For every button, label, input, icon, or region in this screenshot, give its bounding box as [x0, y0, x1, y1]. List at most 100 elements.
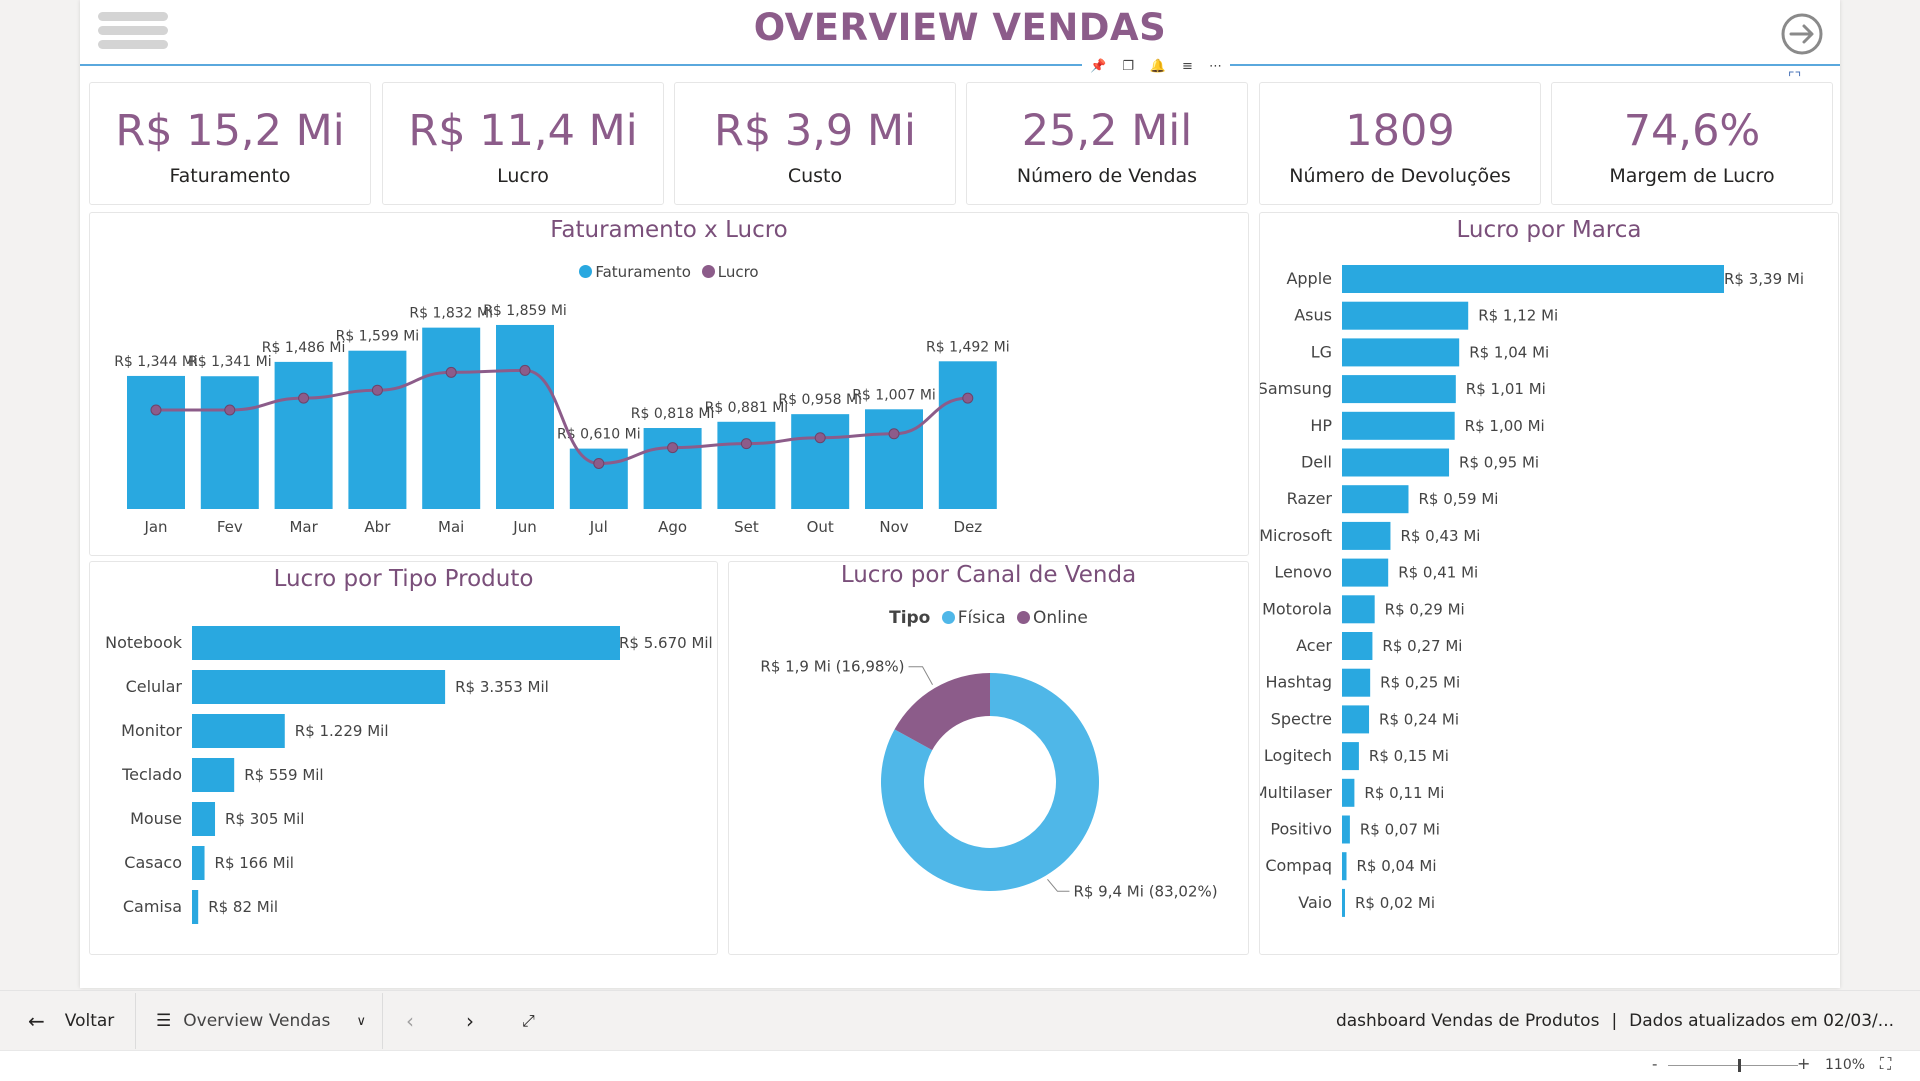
- bar-lenovo: [1342, 558, 1389, 587]
- more-options-icon[interactable]: ⋯: [1209, 59, 1222, 74]
- filter-icon[interactable]: ≡: [1182, 59, 1193, 74]
- data-label: R$ 1,344 Mi: [114, 354, 198, 370]
- zoom-bar: - + 110% ⛶: [0, 1050, 1920, 1081]
- bar-notebook: [192, 626, 620, 660]
- bar-microsoft: [1342, 521, 1391, 550]
- lucro-tipo-produto-card: Lucro por Tipo Produto Notebook R$ 5.670 …: [89, 561, 718, 955]
- bar-motorola: [1342, 595, 1375, 624]
- data-label: R$ 0,11 Mi: [1364, 784, 1444, 802]
- zoom-in-button[interactable]: +: [1797, 1054, 1810, 1073]
- bell-icon[interactable]: 🔔: [1150, 59, 1166, 74]
- data-label: R$ 5.670 Mil: [619, 634, 713, 652]
- x-tick-label: Mar: [289, 518, 318, 536]
- data-label: R$ 1,486 Mi: [262, 340, 346, 356]
- bar-faturamento-jun: [496, 324, 554, 509]
- data-label: R$ 0,02 Mi: [1355, 894, 1435, 912]
- bar-celular: [192, 670, 446, 704]
- x-tick-label: Jul: [589, 518, 608, 536]
- arrow-right-circle-icon[interactable]: [1780, 12, 1824, 56]
- bar-faturamento-fev: [200, 376, 259, 509]
- kpi-label: Número de Vendas: [1016, 165, 1198, 187]
- zoom-slider[interactable]: [1668, 1059, 1798, 1072]
- kpi-label: Margem de Lucro: [1609, 165, 1775, 187]
- bar-razer: [1342, 485, 1409, 514]
- bar-apple: [1342, 265, 1724, 293]
- bar-faturamento-nov: [865, 409, 923, 509]
- data-label: R$ 1,832 Mi: [409, 306, 493, 322]
- lucro-tipo-produto-chart: Notebook R$ 5.670 Mil Celular R$ 3.353 Mil M…: [105, 626, 713, 924]
- bar-positivo: [1342, 815, 1350, 844]
- x-tick-label: Nov: [879, 518, 908, 536]
- category-label: Spectre: [1271, 709, 1332, 728]
- lucro-marca-chart: Apple R$ 3,39 Mi Asus R$ 1,12 Mi LG R$ 1,04 M…: [1260, 265, 1804, 917]
- page-selector-dropdown[interactable]: ☰ Overview Vendas ∨: [156, 991, 366, 1051]
- fit-page-button[interactable]: ⤢: [522, 991, 535, 1051]
- bar-hp: [1342, 411, 1455, 440]
- data-label: R$ 0,24 Mi: [1379, 710, 1459, 728]
- bar-faturamento-set: [717, 421, 776, 509]
- zoom-level: 110%: [1825, 1057, 1866, 1073]
- bar-monitor: [192, 714, 285, 748]
- category-label: Microsoft: [1260, 526, 1332, 545]
- data-updated-text: Dados atualizados em 02/03/...: [1629, 1011, 1894, 1031]
- back-button[interactable]: ← Voltar: [28, 991, 114, 1051]
- kpi-card-faturamento: R$ 15,2 Mi Faturamento: [89, 82, 371, 205]
- previous-page-button[interactable]: ‹: [406, 991, 414, 1051]
- point-lucro-jul: [593, 457, 605, 469]
- bar-multilaser: [1342, 778, 1355, 807]
- kpi-card-numero-vendas: 25,2 Mil Número de Vendas: [966, 82, 1248, 205]
- report-info: dashboard Vendas de Produtos | Dados atu…: [1336, 991, 1894, 1051]
- category-label: Positivo: [1270, 820, 1332, 839]
- report-info-separator: |: [1611, 1011, 1618, 1031]
- kpi-value: 25,2 Mil: [1021, 106, 1193, 156]
- bar-asus: [1342, 301, 1469, 330]
- point-lucro-ago: [667, 442, 679, 454]
- data-label: R$ 1,00 Mi: [1465, 417, 1545, 435]
- category-label: Razer: [1287, 489, 1333, 508]
- lucro-canal-venda-card: Lucro por Canal de Venda Tipo Física Onl…: [728, 561, 1249, 955]
- data-label: R$ 0,29 Mi: [1385, 600, 1465, 618]
- zoom-slider-thumb[interactable]: [1737, 1059, 1741, 1072]
- bar-dell: [1342, 448, 1450, 477]
- data-label: R$ 1,007 Mi: [852, 387, 936, 403]
- pin-icon[interactable]: 📌: [1090, 59, 1106, 74]
- bar-mouse: [192, 802, 216, 836]
- copy-icon[interactable]: ❐: [1122, 59, 1134, 74]
- x-tick-label: Dez: [953, 518, 982, 536]
- category-label: Camisa: [123, 897, 182, 916]
- data-label: R$ 0,15 Mi: [1369, 747, 1449, 765]
- data-label: R$ 0,41 Mi: [1398, 564, 1478, 582]
- bar-faturamento-out: [791, 414, 850, 509]
- x-tick-label: Jun: [512, 518, 536, 536]
- point-lucro-mai: [445, 366, 457, 378]
- bar-lg: [1342, 338, 1460, 367]
- kpi-label: Custo: [787, 165, 843, 187]
- data-label: R$ 0,95 Mi: [1459, 454, 1539, 472]
- data-label: R$ 0,818 Mi: [631, 406, 715, 422]
- x-tick-label: Set: [734, 518, 759, 536]
- next-page-button[interactable]: ›: [466, 991, 474, 1051]
- data-label: R$ 1,341 Mi: [188, 354, 272, 370]
- lucro-canal-venda-chart: R$ 9,4 Mi (83,02%) R$ 1,9 Mi (16,98%): [760, 658, 1217, 901]
- kpi-value: R$ 3,9 Mi: [713, 106, 916, 156]
- zoom-out-button[interactable]: -: [1652, 1055, 1657, 1073]
- point-lucro-jun: [519, 364, 531, 376]
- chevron-left-icon: ‹: [406, 1009, 414, 1033]
- bar-logitech: [1342, 742, 1359, 771]
- bar-compaq: [1342, 852, 1347, 881]
- category-label: Multilaser: [1260, 783, 1332, 802]
- data-label: R$ 1.229 Mil: [295, 722, 389, 740]
- data-label: R$ 0,881 Mi: [705, 400, 789, 416]
- category-label: Acer: [1296, 636, 1332, 655]
- fit-to-window-icon[interactable]: ⛶: [1880, 1054, 1891, 1074]
- data-label: R$ 1,04 Mi: [1469, 343, 1549, 361]
- category-label: Vaio: [1298, 893, 1332, 912]
- point-lucro-abr: [371, 384, 383, 396]
- bar-casaco: [192, 846, 205, 880]
- bar-camisa: [192, 890, 199, 924]
- category-label: Compaq: [1265, 856, 1332, 875]
- data-label: R$ 1,492 Mi: [926, 339, 1010, 355]
- kpi-value: R$ 11,4 Mi: [408, 106, 638, 156]
- category-label: Mouse: [130, 809, 182, 828]
- point-lucro-mar: [298, 392, 310, 404]
